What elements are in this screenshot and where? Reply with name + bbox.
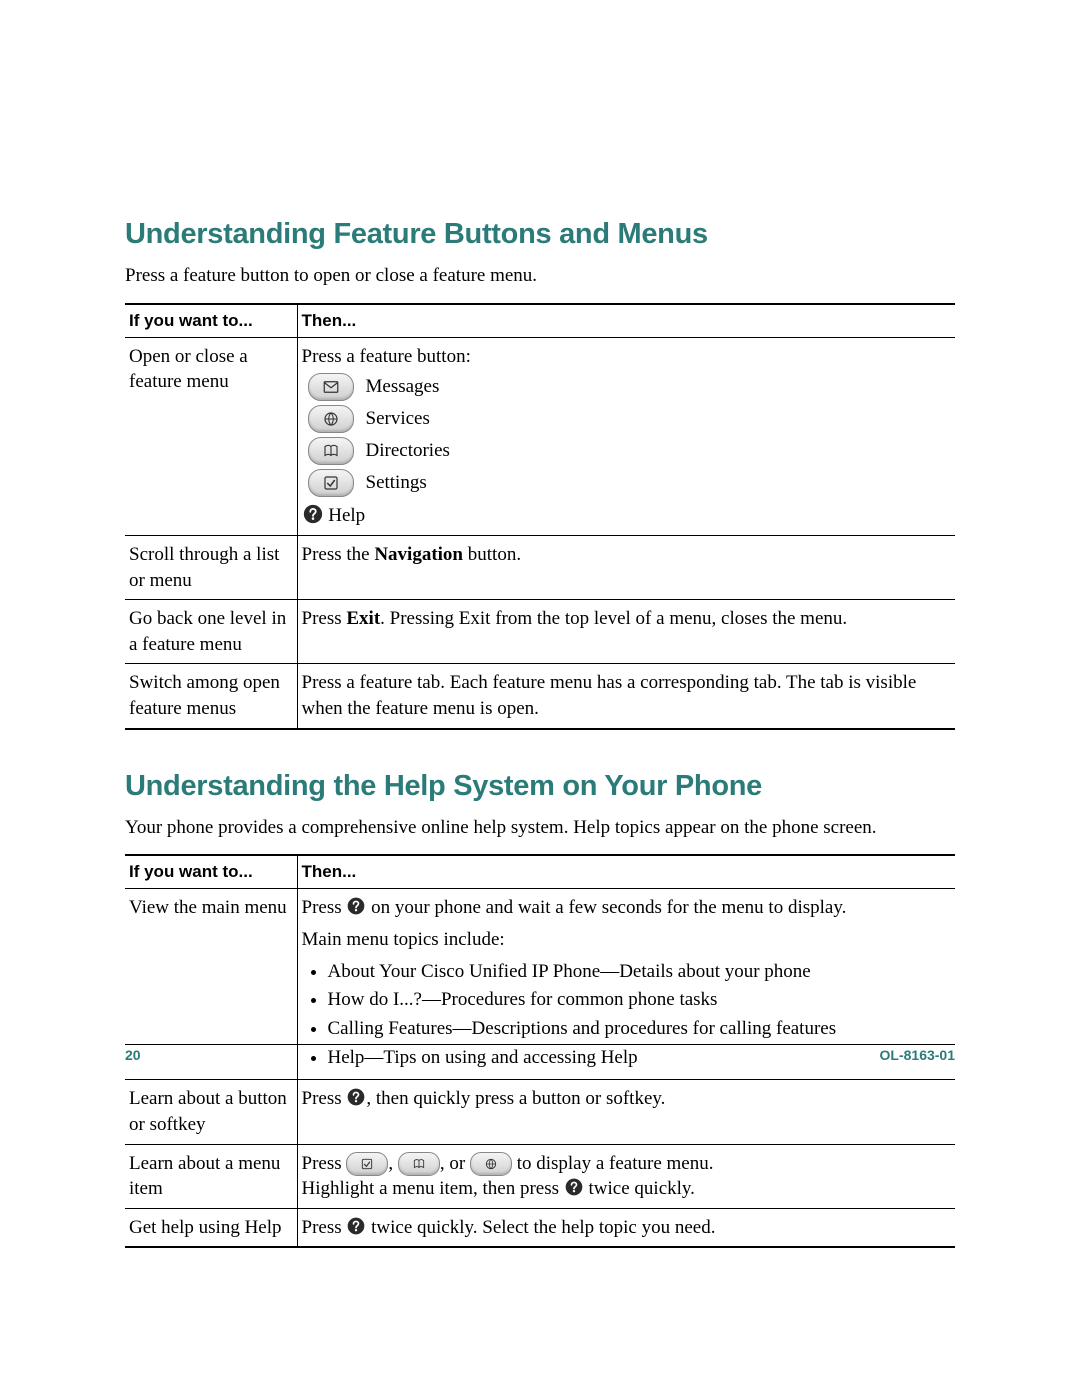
text-fragment: , then quickly press a button or softkey… (366, 1088, 665, 1109)
text-fragment: twice quickly. Select the help topic you… (366, 1217, 715, 1238)
press-feature-button-text: Press a feature button: (302, 344, 948, 370)
list-item: How do I...?—Procedures for common phone… (328, 987, 948, 1013)
list-item: About Your Cisco Unified IP Phone—Detail… (328, 959, 948, 985)
cell-goback-right: Press Exit. Pressing Exit from the top l… (297, 600, 955, 664)
help-label: Help (328, 505, 365, 526)
cell-learn-menu-left: Learn about a menu item (125, 1144, 297, 1208)
cell-gethelp-right: Press twice quickly. Select the help top… (297, 1208, 955, 1247)
cell-learn-button-right: Press , then quickly press a button or s… (297, 1080, 955, 1144)
table-row: Open or close a feature menu Press a fea… (125, 337, 955, 535)
text-fragment: to display a feature menu. (512, 1153, 714, 1174)
text-fragment: , (388, 1153, 398, 1174)
text-bold: Exit (346, 608, 380, 629)
cell-learn-menu-right: Press , , or to display a feature menu. … (297, 1144, 955, 1208)
settings-icon (346, 1152, 388, 1176)
text-fragment: on your phone and wait a few seconds for… (366, 897, 846, 918)
cell-scroll-right: Press the Navigation button. (297, 535, 955, 599)
text-fragment: , or (440, 1153, 470, 1174)
cell-open-close-then: Press a feature button: Messages Service… (297, 337, 955, 535)
text-fragment: Press (302, 897, 347, 918)
page-footer: 20 OL-8163-01 (125, 1044, 955, 1063)
cell-gethelp-left: Get help using Help (125, 1208, 297, 1247)
text-fragment: Press (302, 1217, 347, 1238)
help-icon (346, 896, 366, 916)
document-id: OL-8163-01 (880, 1047, 955, 1063)
table-header-if: If you want to... (125, 304, 297, 338)
cell-learn-button-left: Learn about a button or softkey (125, 1080, 297, 1144)
directories-icon (398, 1152, 440, 1176)
text-fragment: . Pressing Exit from the top level of a … (380, 608, 847, 629)
section-intro-2: Your phone provides a comprehensive onli… (125, 815, 955, 841)
services-icon (308, 405, 354, 433)
text-fragment: Press the (302, 544, 375, 565)
text-fragment: Highlight a menu item, then press (302, 1178, 564, 1199)
section-intro-1: Press a feature button to open or close … (125, 263, 955, 289)
services-icon (470, 1152, 512, 1176)
help-icon (564, 1177, 584, 1197)
cell-goback-left: Go back one level in a feature menu (125, 600, 297, 664)
table-row: Learn about a button or softkey Press , … (125, 1080, 955, 1144)
table-row: Learn about a menu item Press , , or to … (125, 1144, 955, 1208)
cell-switch-right: Press a feature tab. Each feature menu h… (297, 664, 955, 729)
table-header-then: Then... (297, 855, 955, 889)
cell-switch-left: Switch among open feature menus (125, 664, 297, 729)
text-fragment: button. (463, 544, 521, 565)
page-number: 20 (125, 1047, 141, 1063)
services-label: Services (366, 406, 430, 432)
help-icon (346, 1216, 366, 1236)
table-row: Go back one level in a feature menu Pres… (125, 600, 955, 664)
list-item: Calling Features—Descriptions and proced… (328, 1016, 948, 1042)
table-row: Switch among open feature menus Press a … (125, 664, 955, 729)
table-row: Scroll through a list or menu Press the … (125, 535, 955, 599)
text-fragment: Press (302, 1088, 347, 1109)
table-header-if: If you want to... (125, 855, 297, 889)
settings-icon (308, 469, 354, 497)
directories-icon (308, 437, 354, 465)
text-bold: Navigation (374, 544, 463, 565)
table-row: Get help using Help Press twice quickly.… (125, 1208, 955, 1247)
cell-open-close-menu: Open or close a feature menu (125, 337, 297, 535)
messages-icon (308, 373, 354, 401)
cell-scroll-left: Scroll through a list or menu (125, 535, 297, 599)
messages-label: Messages (366, 374, 440, 400)
page-content: Understanding Feature Buttons and Menus … (125, 218, 955, 1288)
directories-label: Directories (366, 438, 450, 464)
section-heading-help-system: Understanding the Help System on Your Ph… (125, 770, 955, 803)
text-fragment: twice quickly. (584, 1178, 695, 1199)
settings-label: Settings (366, 470, 427, 496)
help-icon (302, 503, 324, 525)
main-menu-topics-label: Main menu topics include: (302, 927, 948, 953)
help-icon (346, 1087, 366, 1107)
table-header-then: Then... (297, 304, 955, 338)
text-fragment: Press (302, 1153, 347, 1174)
text-fragment: Press (302, 608, 347, 629)
section-heading-feature-buttons: Understanding Feature Buttons and Menus (125, 218, 955, 251)
table-feature-buttons: If you want to... Then... Open or close … (125, 303, 955, 730)
